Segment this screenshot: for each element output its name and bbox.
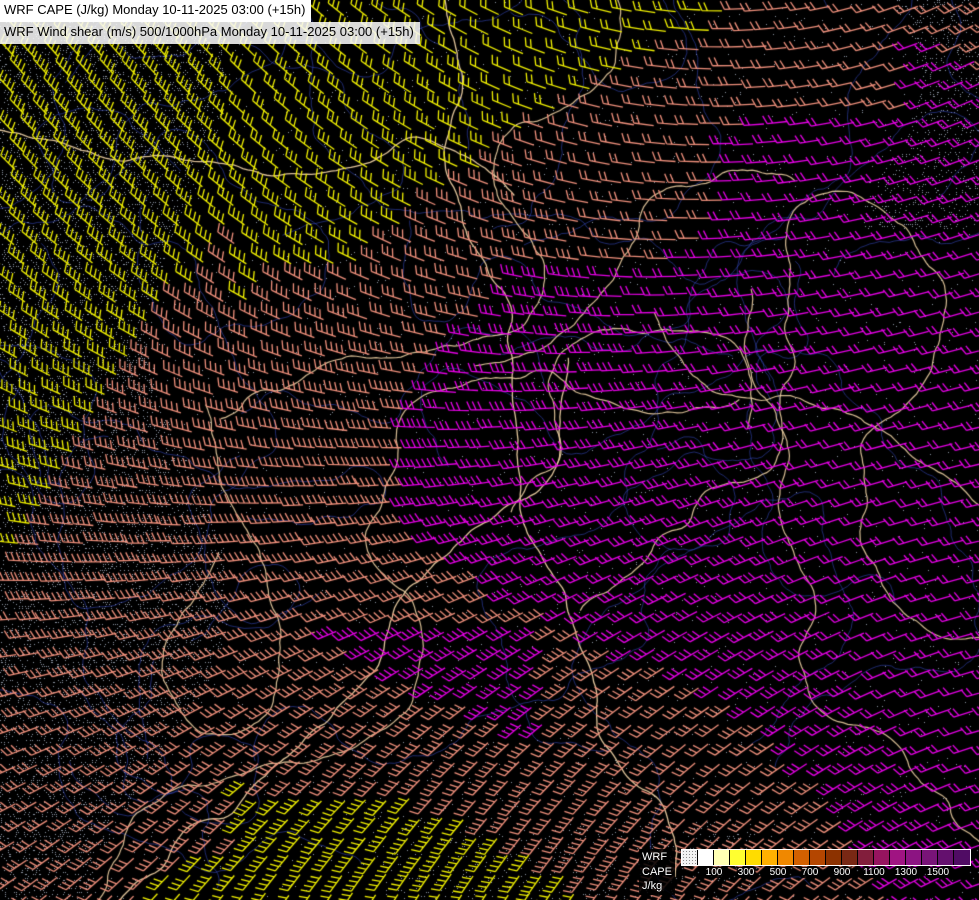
map-titles: WRF CAPE (J/kg) Monday 10-11-2025 03:00 …: [0, 0, 420, 44]
legend-swatch: [826, 850, 842, 866]
legend-swatch: [778, 850, 794, 866]
legend-swatch: [954, 850, 970, 866]
legend-tick: 300: [736, 867, 756, 879]
legend-swatch: [874, 850, 890, 866]
map-title-cape: WRF CAPE (J/kg) Monday 10-11-2025 03:00 …: [0, 0, 312, 22]
legend-swatch: [714, 850, 730, 866]
legend-tick: 900: [832, 867, 852, 879]
legend-swatch: [746, 850, 762, 866]
legend-swatch: [762, 850, 778, 866]
legend-label-block: WRF CAPE J/kg: [639, 849, 675, 895]
legend-swatch: [682, 850, 698, 866]
legend-swatch: [698, 850, 714, 866]
legend-colorbar: [681, 849, 971, 867]
legend-label-unit: J/kg: [642, 879, 663, 892]
legend-swatch: [730, 850, 746, 866]
legend-swatch: [858, 850, 874, 866]
legend-swatch: [938, 850, 954, 866]
legend-swatch: [890, 850, 906, 866]
legend-tick: 1500: [925, 867, 951, 879]
cape-legend: WRF CAPE J/kg 100 300 500 700 900 1100 1300 150…: [639, 849, 971, 895]
legend-tick: 1300: [893, 867, 919, 879]
legend-tick-labels: 100 300 500 700 900 1100 1300 1500: [681, 867, 971, 880]
legend-tick: 1100: [862, 867, 886, 879]
legend-label-model: WRF: [642, 851, 668, 864]
legend-label-parameter: CAPE: [642, 865, 672, 878]
legend-colorbar-block: 100 300 500 700 900 1100 1300 1500: [681, 849, 971, 880]
weather-map-canvas: [0, 0, 979, 900]
legend-swatch: [794, 850, 810, 866]
legend-tick: 500: [768, 867, 788, 879]
legend-swatch: [906, 850, 922, 866]
legend-swatch: [810, 850, 826, 866]
legend-tick: 700: [800, 867, 820, 879]
map-title-shear: WRF Wind shear (m/s) 500/1000hPa Monday …: [0, 21, 420, 44]
legend-swatch: [842, 850, 858, 866]
legend-swatch: [922, 850, 938, 866]
legend-tick: 100: [704, 867, 724, 879]
weather-map: WRF CAPE (J/kg) Monday 10-11-2025 03:00 …: [0, 0, 979, 900]
